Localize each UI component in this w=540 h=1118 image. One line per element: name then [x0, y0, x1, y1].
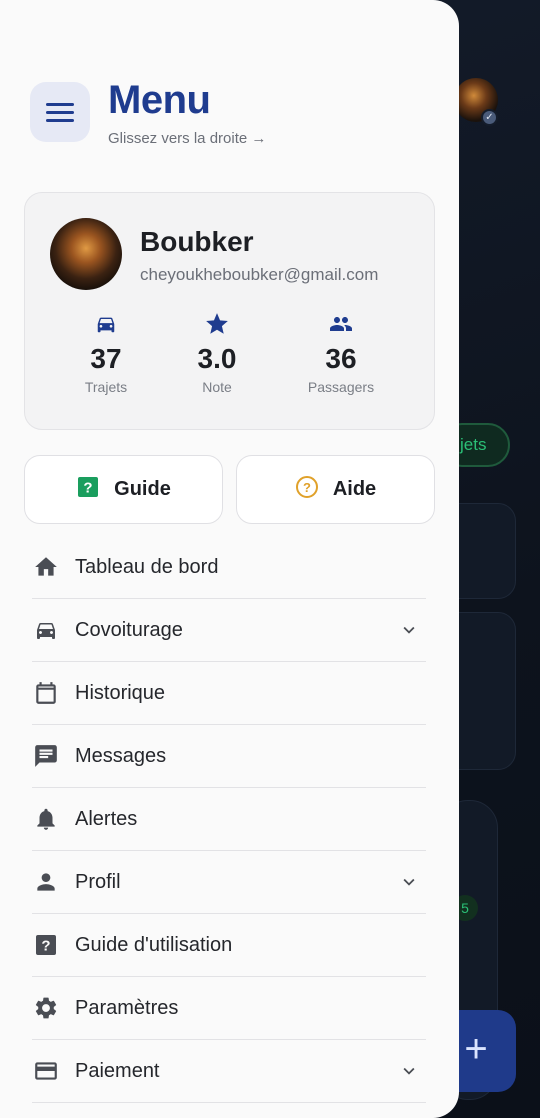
avatar[interactable] — [50, 218, 122, 290]
menu-item-user-guide[interactable]: ? Guide d'utilisation — [32, 914, 426, 977]
menu-item-label: Historique — [75, 681, 166, 704]
chevron-down-icon[interactable] — [398, 871, 420, 898]
guide-button-label: Guide — [114, 478, 171, 500]
profile-name: Boubker — [140, 226, 254, 257]
menu-item-alerts[interactable]: Alertes — [32, 788, 426, 851]
menu-item-label: Covoiturage — [75, 618, 183, 641]
help-button-label: Aide — [332, 478, 377, 500]
stat-rating: 3.0 Note — [152, 311, 282, 395]
menu-item-payment[interactable]: Paiement — [32, 1040, 426, 1103]
menu-item-carpool[interactable]: Covoiturage — [32, 599, 426, 662]
menu-item-messages[interactable]: Messages — [32, 725, 426, 788]
menu-item-label: Tableau de bord — [75, 555, 219, 578]
navigation-drawer: Menu Glissez vers la droite → Boubker ch… — [0, 0, 459, 1118]
profile-email: cheyoukheboubker@gmail.com — [140, 265, 379, 284]
star-icon — [152, 311, 282, 337]
menu-item-dashboard[interactable]: Tableau de bord — [32, 536, 426, 599]
menu-item-label: Paiement — [75, 1059, 160, 1082]
help-box-icon: ? — [76, 475, 100, 504]
person-icon — [32, 868, 60, 896]
menu-item-profile[interactable]: Profil — [32, 851, 426, 914]
svg-text:?: ? — [303, 480, 311, 495]
car-icon — [32, 616, 60, 644]
svg-text:?: ? — [84, 480, 93, 497]
calendar-icon — [32, 679, 60, 707]
people-icon — [276, 311, 406, 337]
menu-item-label: Messages — [75, 744, 167, 767]
help-button[interactable]: ? Aide — [236, 455, 435, 524]
stat-label: Passagers — [307, 379, 375, 395]
menu-item-label: Alertes — [75, 807, 138, 830]
drawer-title: Menu — [108, 78, 211, 122]
help-circle-icon: ? — [295, 475, 319, 504]
menu-toggle-button[interactable] — [30, 82, 90, 142]
menu-item-label: Paramètres — [75, 996, 179, 1019]
menu-item-label: Profil — [75, 870, 121, 893]
credit-card-icon — [32, 1057, 60, 1085]
settings-icon — [32, 994, 60, 1022]
svg-text:?: ? — [41, 938, 50, 955]
chevron-down-icon[interactable] — [398, 619, 420, 646]
guide-button[interactable]: ? Guide — [24, 455, 223, 524]
hamburger-icon — [46, 98, 74, 127]
menu-item-history[interactable]: Historique — [32, 662, 426, 725]
profile-card[interactable]: Boubker cheyoukheboubker@gmail.com 37 Tr… — [24, 192, 435, 430]
stat-value: 36 — [325, 343, 357, 374]
help-box-icon: ? — [32, 931, 60, 959]
menu-item-settings[interactable]: Paramètres — [32, 977, 426, 1040]
verified-check-icon: ✓ — [481, 109, 498, 126]
menu-list: Tableau de bord Covoiturage Historique M… — [32, 536, 426, 1103]
drawer-subtitle: Glissez vers la droite → — [108, 130, 267, 147]
bell-icon — [32, 805, 60, 833]
stat-value: 3.0 — [197, 343, 237, 374]
chevron-down-icon[interactable] — [398, 1060, 420, 1087]
menu-item-label: Guide d'utilisation — [75, 933, 233, 956]
stat-label: Note — [202, 379, 232, 395]
home-icon — [32, 553, 60, 581]
message-icon — [32, 742, 60, 770]
stat-passengers: 36 Passagers — [276, 311, 406, 395]
